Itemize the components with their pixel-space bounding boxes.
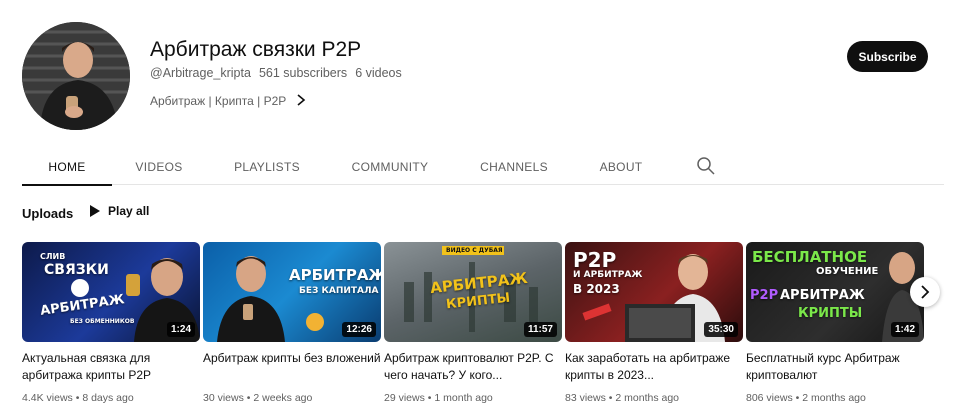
thumb-text: БЕСПЛАТНОЕ [752, 248, 868, 266]
thumb-text: И АРБИТРАЖ [573, 270, 643, 280]
video-thumbnail[interactable]: ВИДЕО С ДУБАЯ АРБИТРАЖ КРИПТЫ 11:57 [384, 242, 562, 342]
tab-about[interactable]: ABOUT [596, 148, 646, 185]
tab-videos[interactable]: VIDEOS [126, 148, 192, 185]
video-age: 2 weeks ago [253, 392, 313, 404]
video-count: 6 videos [355, 66, 402, 80]
thumb-text: В 2023 [573, 282, 620, 296]
meta-separator: • [608, 392, 613, 404]
meta-separator: • [75, 392, 80, 404]
video-meta: 29 views • 1 month ago [384, 392, 562, 404]
video-card[interactable]: P2P И АРБИТРАЖ В 2023 35:30 Как заработа… [565, 242, 743, 404]
video-age: 1 month ago [434, 392, 493, 404]
meta-separator: • [427, 392, 432, 404]
video-duration: 35:30 [704, 322, 738, 337]
video-age: 2 months ago [615, 392, 680, 404]
video-age: 8 days ago [82, 392, 134, 404]
channel-handle: @Arbitrage_kripta [150, 66, 251, 80]
thumb-text: БЕЗ КАПИТАЛА [299, 286, 379, 296]
tab-channels[interactable]: CHANNELS [476, 148, 552, 185]
video-views: 4.4K views [22, 392, 73, 404]
video-meta: 806 views • 2 months ago [746, 392, 924, 404]
tab-playlists[interactable]: PLAYLISTS [228, 148, 306, 185]
video-duration: 12:26 [342, 322, 376, 337]
thumb-text: БЕЗ ОБМЕННИКОВ [70, 318, 135, 325]
channel-tabs: HOME VIDEOS PLAYLISTS COMMUNITY CHANNELS… [22, 148, 944, 186]
video-views: 806 views [746, 392, 793, 404]
video-duration: 11:57 [523, 322, 557, 337]
channel-avatar[interactable] [22, 22, 130, 130]
thumb-text: КРИПТЫ [798, 306, 863, 321]
video-meta: 30 views • 2 weeks ago [203, 392, 381, 404]
subscriber-count: 561 subscribers [258, 66, 348, 80]
thumb-text: СВЯЗКИ [44, 262, 109, 278]
meta-separator: • [795, 392, 800, 404]
uploads-heading[interactable]: Uploads [22, 206, 73, 221]
thumb-text: АРБИТРАЖ [289, 266, 381, 284]
video-thumbnail[interactable]: АРБИТРАЖ БЕЗ КАПИТАЛА 12:26 [203, 242, 381, 342]
video-views: 29 views [384, 392, 425, 404]
channel-links-text[interactable]: Арбитраж | Крипта | P2P [150, 94, 286, 108]
video-title[interactable]: Арбитраж крипты без вложений [203, 350, 381, 384]
play-all-label[interactable]: Play all [108, 204, 149, 218]
thumb-text: СЛИВ [40, 252, 66, 261]
video-title[interactable]: Бесплатный курс Арбитраж криптовалют [746, 350, 924, 384]
thumb-text: ОБУЧЕНИЕ [816, 266, 879, 277]
chevron-right-icon[interactable] [920, 285, 930, 299]
video-thumbnail[interactable]: СЛИВ СВЯЗКИ АРБИТРАЖ БЕЗ ОБМЕННИКОВ 1:24 [22, 242, 200, 342]
thumb-text: P2P [750, 288, 779, 303]
subscribe-button[interactable]: Subscribe [847, 41, 928, 72]
video-title[interactable]: Актуальная связка для арбитража крипты P… [22, 350, 200, 384]
channel-title: Арбитраж связки P2P [150, 38, 362, 61]
video-card[interactable]: СЛИВ СВЯЗКИ АРБИТРАЖ БЕЗ ОБМЕННИКОВ 1:24… [22, 242, 200, 404]
play-icon[interactable] [90, 205, 100, 217]
play-all-button[interactable]: Play all [90, 204, 149, 218]
video-thumbnail[interactable]: БЕСПЛАТНОЕ ОБУЧЕНИЕ P2P АРБИТРАЖ КРИПТЫ … [746, 242, 924, 342]
thumb-text: АРБИТРАЖ [780, 288, 865, 303]
chevron-right-icon[interactable] [296, 93, 306, 109]
thumb-text: P2P [573, 248, 617, 272]
video-title[interactable]: Арбитраж криптовалют P2P. С чего начать?… [384, 350, 562, 384]
tab-home[interactable]: HOME [22, 148, 112, 186]
channel-meta: @Arbitrage_kripta 561 subscribers 6 vide… [150, 66, 402, 80]
video-title[interactable]: Как заработать на арбитраже крипты в 202… [565, 350, 743, 384]
search-icon[interactable] [696, 156, 716, 176]
video-card[interactable]: АРБИТРАЖ БЕЗ КАПИТАЛА 12:26 Арбитраж кри… [203, 242, 381, 404]
video-views: 30 views [203, 392, 244, 404]
video-card[interactable]: ВИДЕО С ДУБАЯ АРБИТРАЖ КРИПТЫ 11:57 Арби… [384, 242, 562, 404]
video-meta: 4.4K views • 8 days ago [22, 392, 200, 404]
video-views: 83 views [565, 392, 606, 404]
video-thumbnail[interactable]: P2P И АРБИТРАЖ В 2023 35:30 [565, 242, 743, 342]
meta-separator: • [246, 392, 251, 404]
carousel-next-button[interactable] [910, 277, 940, 307]
video-meta: 83 views • 2 months ago [565, 392, 743, 404]
video-duration: 1:24 [166, 322, 195, 337]
video-card[interactable]: БЕСПЛАТНОЕ ОБУЧЕНИЕ P2P АРБИТРАЖ КРИПТЫ … [746, 242, 924, 404]
video-duration: 1:42 [890, 322, 919, 337]
channel-links[interactable]: Арбитраж | Крипта | P2P [150, 93, 306, 109]
tab-community[interactable]: COMMUNITY [348, 148, 432, 185]
video-age: 2 months ago [802, 392, 866, 404]
thumb-text: ВИДЕО С ДУБАЯ [446, 247, 503, 254]
